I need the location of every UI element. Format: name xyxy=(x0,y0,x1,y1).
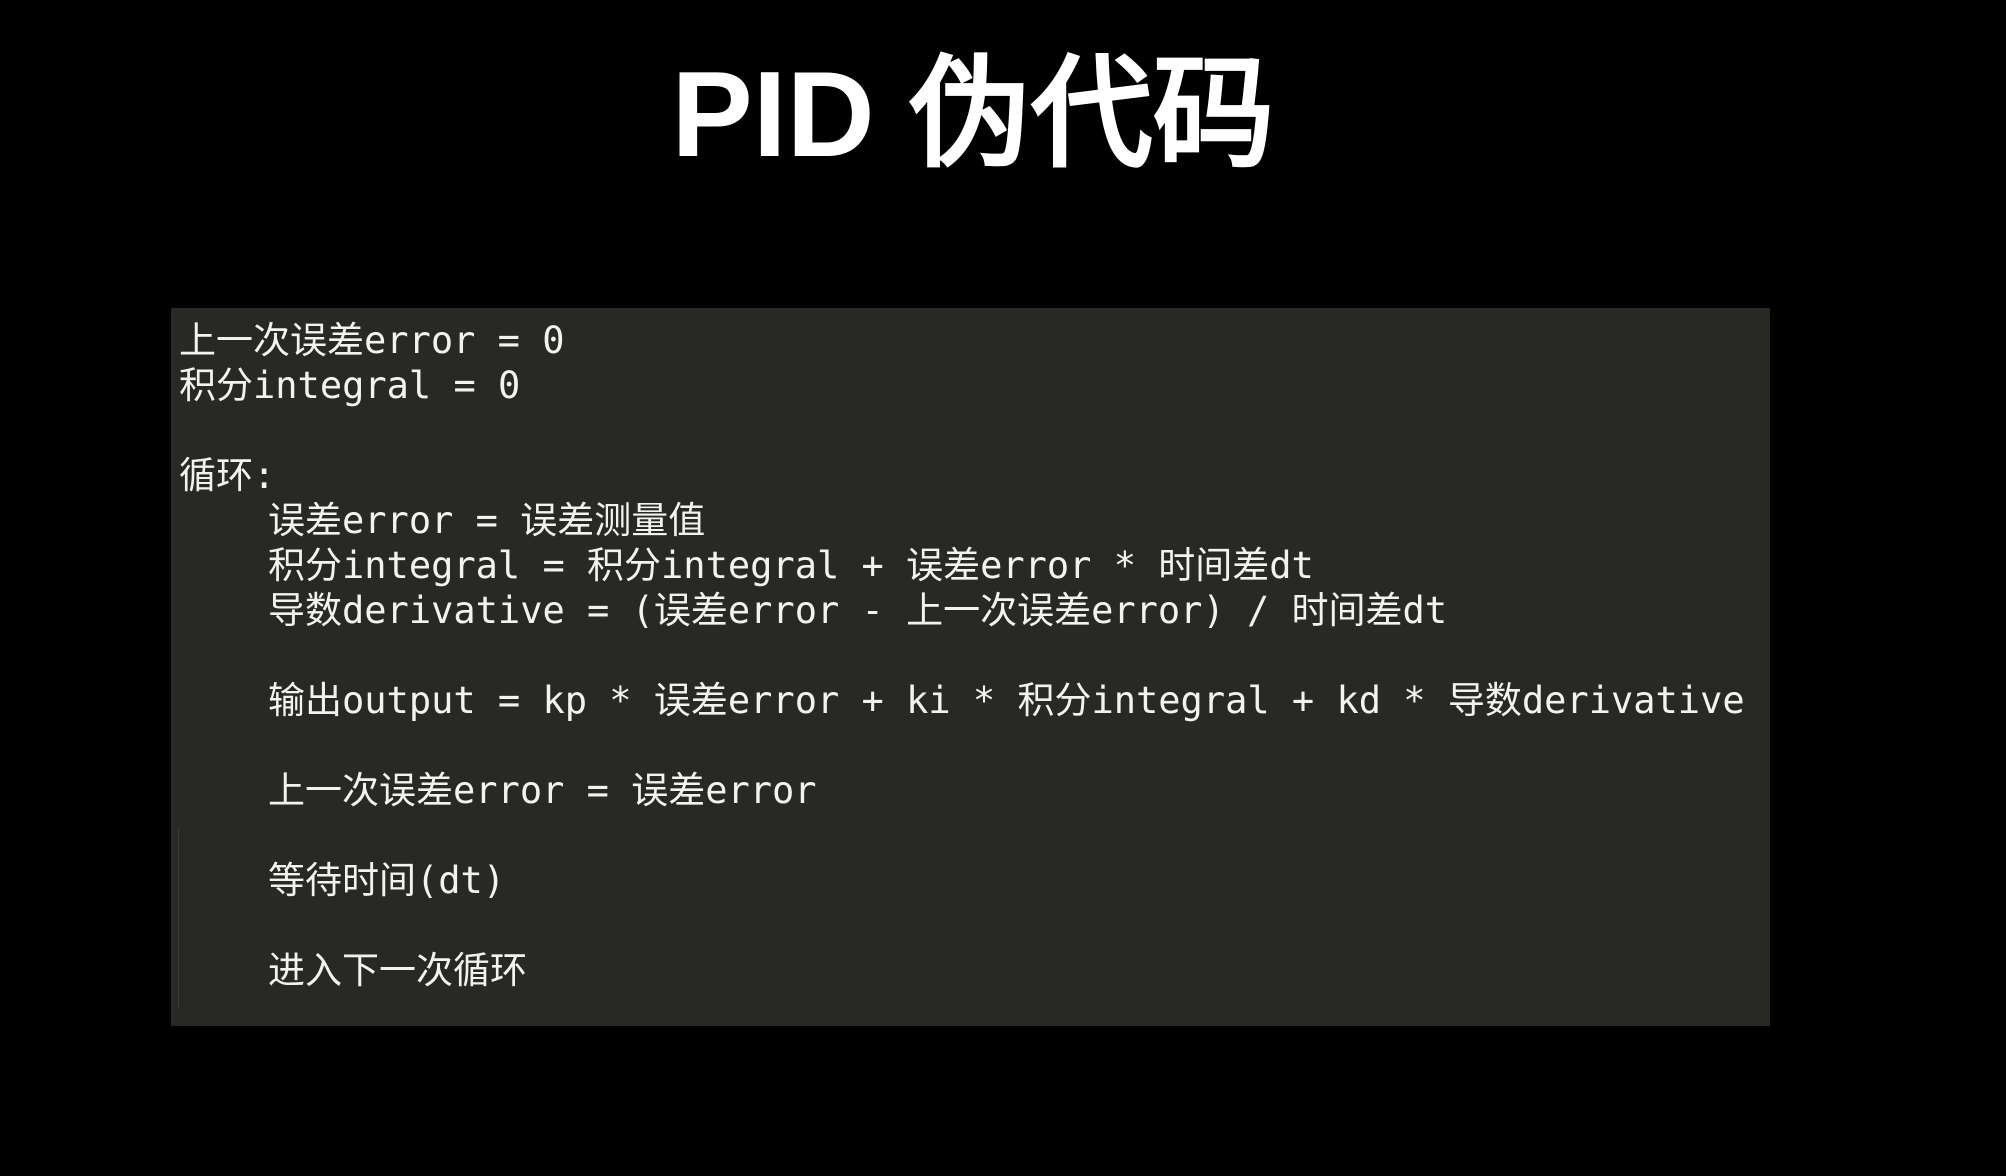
code-line-prev-error-update: 上一次误差error = 误差error xyxy=(268,769,817,812)
code-line-error: 误差error = 误差测量值 xyxy=(268,499,706,542)
code-line-wait: 等待时间(dt) xyxy=(268,859,506,902)
code-blank-line xyxy=(179,408,1745,453)
code-lines: 上一次误差error = 0 积分integral = 0 循环: 误差erro… xyxy=(179,318,1745,993)
code-blank-line xyxy=(179,723,1745,768)
code-line-loop: 循环: xyxy=(179,454,276,497)
code-line-prev-error-init: 上一次误差error = 0 xyxy=(179,319,565,362)
code-blank-line xyxy=(179,633,1745,678)
code-line-integral: 积分integral = 积分integral + 误差error * 时间差d… xyxy=(268,544,1314,587)
code-line-output: 输出output = kp * 误差error + ki * 积分integra… xyxy=(268,679,1745,722)
code-blank-line xyxy=(179,903,1745,948)
code-block: 上一次误差error = 0 积分integral = 0 循环: 误差erro… xyxy=(171,308,1770,1026)
code-blank-line xyxy=(179,813,1745,858)
slide-title: PID 伪代码 xyxy=(671,46,1275,182)
code-line-derivative: 导数derivative = (误差error - 上一次误差error) / … xyxy=(268,589,1448,632)
code-line-next: 进入下一次循环 xyxy=(268,949,527,992)
code-line-integral-init: 积分integral = 0 xyxy=(179,364,521,407)
